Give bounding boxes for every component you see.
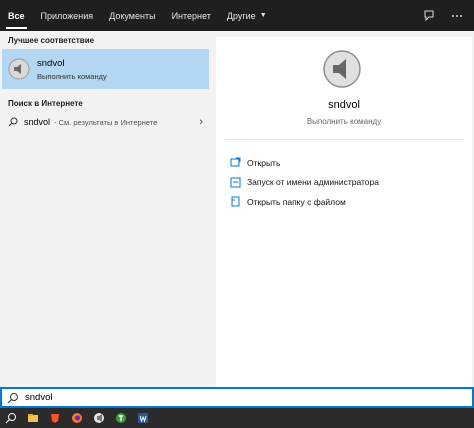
search-icon [8, 117, 18, 127]
tab-label: Все [8, 10, 25, 21]
tab-label: Документы [109, 10, 156, 21]
tab-documents[interactable]: Документы [101, 0, 163, 31]
speaker-icon [8, 58, 30, 80]
tab-all[interactable]: Все [0, 0, 33, 31]
tab-web[interactable]: Интернет [164, 0, 219, 31]
action-label: Открыть папку с файлом [247, 196, 346, 207]
chevron-right-icon[interactable]: › [199, 116, 203, 128]
detail-pane: sndvol Выполнить команду Открыть Запуск … [216, 37, 472, 387]
speaker-icon [323, 50, 361, 88]
best-match-result[interactable]: sndvol Выполнить команду [2, 49, 209, 89]
action-open[interactable]: Открыть [230, 153, 379, 173]
tab-label: Приложения [40, 10, 94, 21]
shield-icon [230, 177, 241, 188]
action-run-as-admin[interactable]: Запуск от имени администратора [230, 173, 379, 193]
tab-more[interactable]: Другие ▼ [219, 0, 275, 31]
torrent-icon[interactable] [110, 408, 132, 428]
search-icon[interactable] [0, 408, 22, 428]
action-label: Открыть [247, 157, 281, 168]
search-filter-bar: Все Приложения Документы Интернет Другие… [0, 0, 474, 31]
firefox-icon[interactable] [66, 408, 88, 428]
web-search-heading: Поиск в Интернете [8, 99, 83, 108]
divider [224, 139, 464, 140]
feedback-icon[interactable] [422, 9, 436, 23]
file-explorer-icon[interactable] [22, 408, 44, 428]
web-hint: - См. результаты в Интернете [54, 117, 158, 127]
detail-subtitle: Выполнить команду [306, 117, 382, 126]
web-query: sndvol [24, 117, 51, 127]
results-pane: Лучшее соответствие sndvol Выполнить ком… [0, 31, 211, 387]
more-icon[interactable] [450, 9, 464, 23]
action-open-file-location[interactable]: Открыть папку с файлом [230, 192, 379, 212]
brave-icon[interactable] [44, 408, 66, 428]
action-label: Запуск от имени администратора [247, 177, 379, 188]
tab-label: Интернет [171, 10, 211, 21]
best-match-heading: Лучшее соответствие [8, 36, 95, 45]
search-box[interactable] [0, 387, 474, 408]
detail-title: sndvol [328, 99, 360, 111]
tab-apps[interactable]: Приложения [33, 0, 102, 31]
search-icon [7, 392, 18, 403]
file-icon [231, 196, 240, 207]
tab-label: Другие [226, 10, 256, 21]
taskbar [0, 408, 474, 428]
web-search-result[interactable]: sndvol - См. результаты в Интернете › [0, 110, 211, 134]
result-name: sndvol [37, 57, 65, 69]
media-icon[interactable] [88, 408, 110, 428]
search-input[interactable] [25, 392, 425, 403]
open-icon [230, 157, 241, 167]
result-type: Выполнить команду [37, 71, 107, 81]
word-icon[interactable] [132, 408, 154, 428]
caret-down-icon: ▼ [259, 12, 267, 19]
